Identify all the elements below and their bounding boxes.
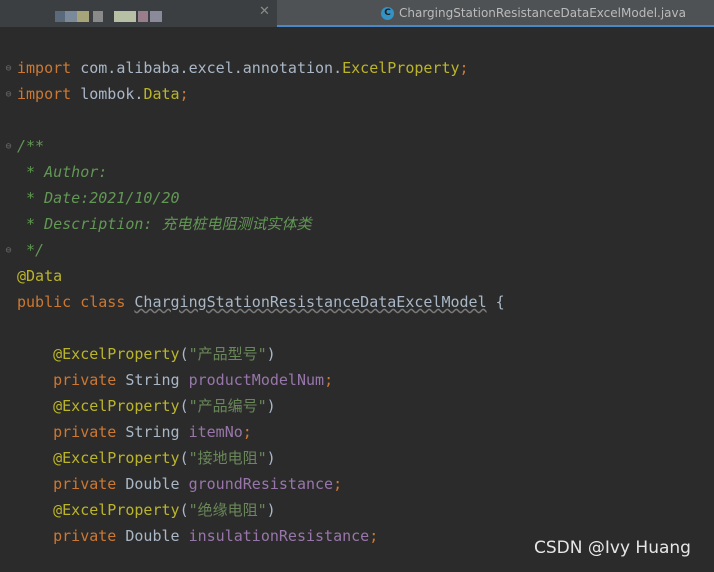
blurred-tab-label xyxy=(77,11,89,22)
string-literal: "绝缘电阻" xyxy=(188,501,267,519)
blurred-tab-label xyxy=(65,11,77,22)
code-line-import-excelproperty: import com.alibaba.excel.annotation.Exce… xyxy=(17,55,469,81)
import-class: ExcelProperty xyxy=(342,59,460,77)
editor-tab-previous[interactable]: ✕ xyxy=(0,0,276,26)
field-type: Double xyxy=(116,475,189,493)
class-name[interactable]: ChargingStationResistanceDataExcelModel xyxy=(134,293,486,311)
field-name: productModelNum xyxy=(188,371,325,389)
package-name: com.alibaba.excel.annotation. xyxy=(71,59,343,77)
keyword: private xyxy=(53,371,117,389)
blurred-tab-label xyxy=(138,11,148,22)
string-literal: "接地电阻" xyxy=(188,449,267,467)
doc-tag: * Author: xyxy=(17,163,108,181)
class-declaration: public class ChargingStationResistanceDa… xyxy=(17,289,505,315)
keyword: private xyxy=(53,475,117,493)
field-declaration: private Double groundResistance; xyxy=(17,471,342,497)
semicolon: ; xyxy=(333,475,343,493)
field-declaration: private String productModelNum; xyxy=(17,367,333,393)
doc-tag: * Date: xyxy=(17,189,90,207)
blurred-tab-label xyxy=(150,11,162,22)
blurred-tab-label xyxy=(93,11,103,22)
field-name: insulationResistance xyxy=(188,527,370,545)
doc-tag: * Description: xyxy=(17,215,153,233)
package-name: lombok. xyxy=(71,85,144,103)
semicolon: ; xyxy=(369,527,379,545)
semicolon: ; xyxy=(324,371,334,389)
fold-icon[interactable]: ⊖ xyxy=(4,63,13,74)
field-annotation: @ExcelProperty("绝缘电阻") xyxy=(53,501,276,519)
import-class: Data xyxy=(143,85,180,103)
keyword: import xyxy=(17,59,72,77)
field-type: String xyxy=(116,371,189,389)
field-type: String xyxy=(116,423,189,441)
doc-comment-start: /** xyxy=(17,137,45,155)
active-tab-indicator xyxy=(277,25,714,27)
annotation: @ExcelProperty xyxy=(53,397,180,415)
doc-description-line: * Description: 充电桩电阻测试实体类 xyxy=(17,211,312,237)
code-line-import-data: import lombok.Data; xyxy=(17,81,189,107)
fold-icon[interactable]: ⊖ xyxy=(4,141,13,152)
keyword: public class xyxy=(17,293,126,311)
field-annotation: @ExcelProperty("产品编号") xyxy=(53,397,276,415)
doc-date-line: * Date:2021/10/20 xyxy=(17,185,180,211)
data-annotation: @Data xyxy=(17,267,63,285)
doc-comment-end: */ xyxy=(17,241,45,259)
blurred-tab-label xyxy=(114,11,136,22)
keyword: private xyxy=(53,423,117,441)
field-type: Double xyxy=(116,527,189,545)
field-name: groundResistance xyxy=(188,475,334,493)
fold-icon[interactable]: ⊖ xyxy=(4,245,13,256)
watermark: CSDN @Ivy Huang xyxy=(534,538,691,558)
class-icon: C xyxy=(381,7,394,20)
string-literal: "产品型号" xyxy=(188,345,267,363)
doc-text: 2021/10/20 xyxy=(89,189,180,207)
field-annotation: @ExcelProperty("产品型号") xyxy=(53,345,276,363)
doc-text: 充电桩电阻测试实体类 xyxy=(152,215,312,233)
field-declaration: private String itemNo; xyxy=(17,419,252,445)
blurred-tab-label xyxy=(55,11,65,22)
close-tab-icon[interactable]: ✕ xyxy=(259,4,270,19)
keyword: import xyxy=(17,85,72,103)
keyword: private xyxy=(53,527,117,545)
semicolon: ; xyxy=(242,423,252,441)
fold-icon[interactable]: ⊖ xyxy=(4,89,13,100)
annotation: @ExcelProperty xyxy=(53,449,180,467)
brace: { xyxy=(486,293,505,311)
editor-tab-bar: ✕ C ChargingStationResistanceDataExcelMo… xyxy=(0,0,714,27)
field-declaration: private Double insulationResistance; xyxy=(17,523,378,549)
active-tab-label: ChargingStationResistanceDataExcelModel.… xyxy=(399,6,686,20)
semicolon: ; xyxy=(179,85,189,103)
annotation: @ExcelProperty xyxy=(53,501,180,519)
semicolon: ; xyxy=(459,59,469,77)
annotation: @ExcelProperty xyxy=(53,345,180,363)
field-name: itemNo xyxy=(188,423,243,441)
field-annotation: @ExcelProperty("接地电阻") xyxy=(53,449,276,467)
doc-author-line: * Author: xyxy=(17,159,107,185)
string-literal: "产品编号" xyxy=(188,397,267,415)
